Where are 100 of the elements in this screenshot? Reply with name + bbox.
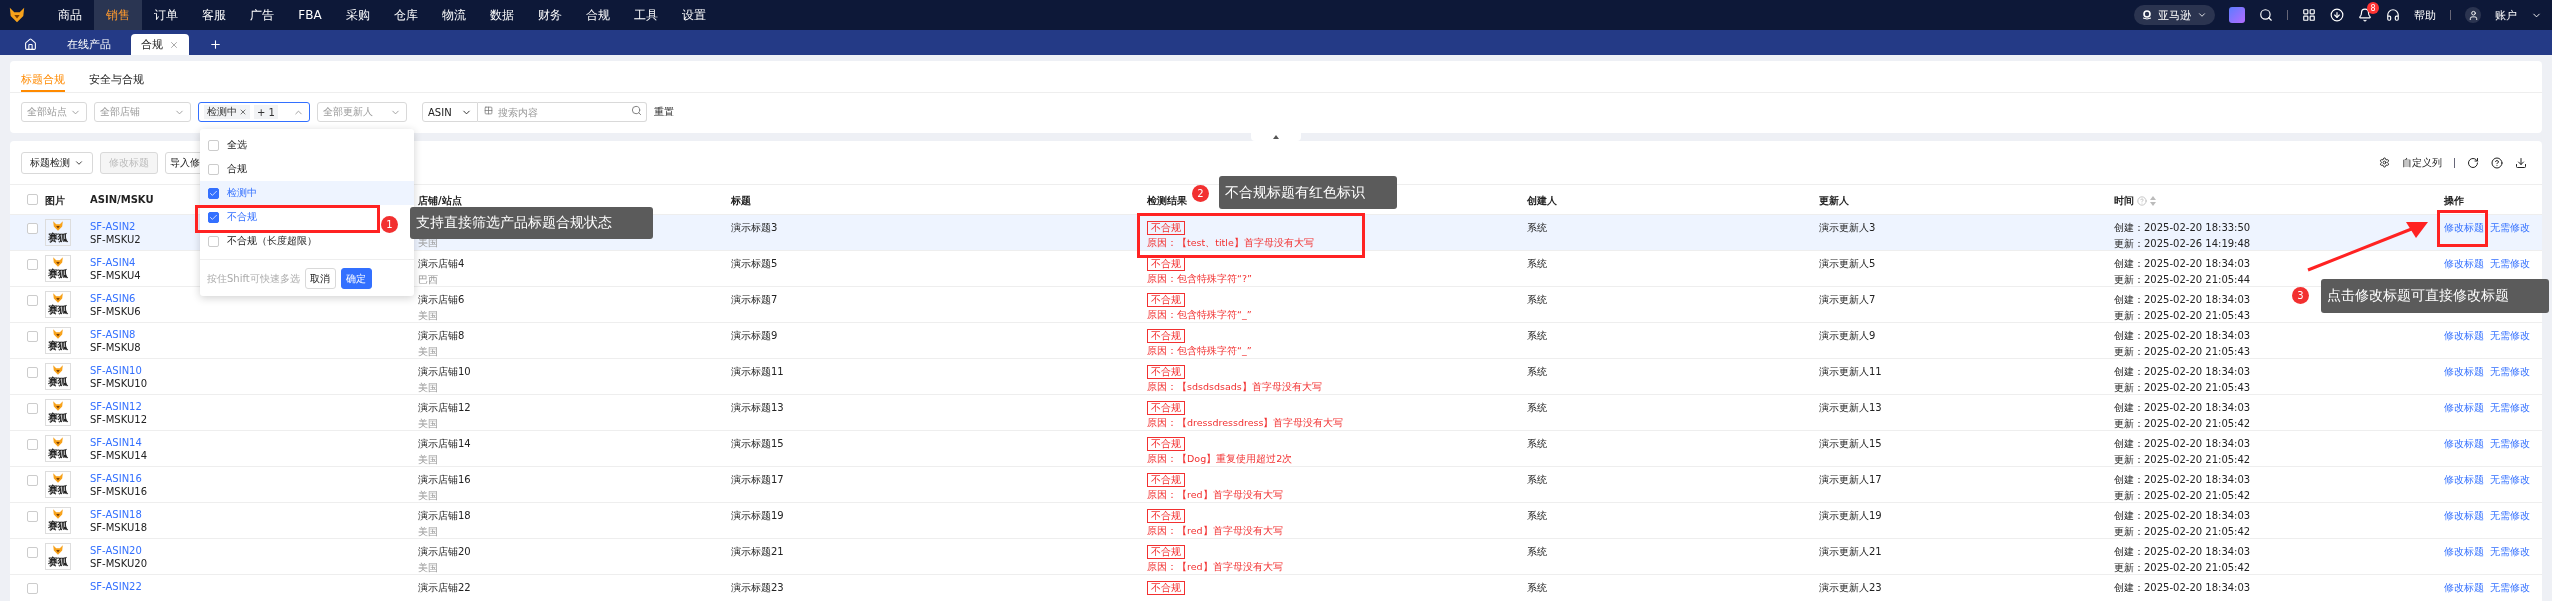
reason-text: 原因：【sdsdsdsads】首字母没有大写 — [1147, 381, 1322, 394]
store-name: 演示店铺12 — [418, 401, 471, 415]
status-tag: 不合规 — [1147, 509, 1185, 523]
created-time: 创建：2025-02-20 18:34:03 — [2114, 509, 2251, 523]
creator-text: 系统 — [1527, 509, 1547, 523]
created-time: 创建：2025-02-20 18:34:03 — [2114, 437, 2251, 451]
status-tag: 不合规 — [1147, 257, 1185, 271]
column-header: 时间 — [2114, 194, 2134, 208]
msku-text: SF-MSKU12 — [90, 414, 148, 425]
creator-text: 系统 — [1527, 293, 1547, 307]
status-tag: 不合规 — [1147, 581, 1185, 595]
thumbnail-label: 赛狐 — [48, 412, 68, 423]
thumbnail-label: 赛狐 — [48, 232, 68, 243]
annotation-tooltip: 不合规标题有红色标识 — [1219, 176, 1397, 209]
reason-text: 原因：包含特殊字符“_” — [1147, 309, 1252, 322]
title-text: 演示标题5 — [731, 257, 778, 271]
thumbnail-label: 赛狐 — [48, 268, 68, 279]
column-header: 图片 — [45, 194, 65, 208]
created-time: 创建：2025-02-20 18:34:03 — [2114, 257, 2251, 271]
creator-text: 系统 — [1527, 365, 1547, 379]
updater-text: 演示更新人11 — [1819, 365, 1882, 379]
creator-text: 系统 — [1527, 401, 1547, 415]
annotation-tooltip: 点击修改标题可直接修改标题 — [2321, 279, 2549, 313]
site-name: 美国 — [418, 525, 438, 539]
updater-text: 演示更新人3 — [1819, 221, 1876, 235]
updated-time: 更新：2025-02-20 21:05:43 — [2114, 309, 2251, 323]
updater-text: 演示更新人23 — [1819, 581, 1882, 595]
reason-text: 原因：【test、title】首字母没有大写 — [1147, 237, 1314, 250]
site-name: 美国 — [418, 381, 438, 395]
status-tag: 不合规 — [1147, 365, 1185, 379]
creator-text: 系统 — [1527, 221, 1547, 235]
updated-time: 更新：2025-02-20 21:05:44 — [2114, 273, 2251, 287]
status-tag: 不合规 — [1147, 329, 1185, 343]
msku-text: SF-MSKU6 — [90, 306, 141, 317]
title-text: 演示标题15 — [731, 437, 784, 451]
site-name: 美国 — [418, 561, 438, 575]
creator-text: 系统 — [1527, 257, 1547, 271]
msku-text: SF-MSKU8 — [90, 342, 141, 353]
store-name: 演示店铺4 — [418, 257, 465, 271]
reason-text: 原因：【red】首字母没有大写 — [1147, 561, 1283, 574]
site-name: 美国 — [418, 489, 438, 503]
created-time: 创建：2025-02-20 18:34:03 — [2114, 581, 2251, 595]
updated-time: 更新：2025-02-20 21:05:42 — [2114, 453, 2251, 467]
column-header: 创建人 — [1527, 194, 1557, 208]
reason-text: 原因：【red】首字母没有大写 — [1147, 525, 1283, 538]
created-time: 创建：2025-02-20 18:33:50 — [2114, 221, 2251, 235]
site-name: 美国 — [418, 453, 438, 467]
column-header: 检测结果 — [1147, 194, 1187, 208]
title-text: 演示标题17 — [731, 473, 784, 487]
title-text: 演示标题3 — [731, 221, 778, 235]
updater-text: 演示更新人9 — [1819, 329, 1876, 343]
column-header: 标题 — [731, 194, 751, 208]
status-tag: 不合规 — [1147, 293, 1185, 307]
more-tag: + 1 — [254, 105, 278, 119]
created-time: 创建：2025-02-20 18:34:03 — [2114, 365, 2251, 379]
status-tag: 不合规 — [1147, 221, 1185, 235]
title-text: 演示标题9 — [731, 329, 778, 343]
title-text: 演示标题11 — [731, 365, 784, 379]
title-text: 演示标题21 — [731, 545, 784, 559]
updater-text: 演示更新人15 — [1819, 437, 1882, 451]
filter-tag: 检测中 — [204, 105, 250, 119]
status-tag: 不合规 — [1147, 401, 1185, 415]
updater-text: 演示更新人19 — [1819, 509, 1882, 523]
updated-time: 更新：2025-02-20 21:05:42 — [2114, 489, 2251, 503]
title-text: 演示标题13 — [731, 401, 784, 415]
thumbnail-label: 赛狐 — [48, 376, 68, 387]
column-header: 更新人 — [1819, 194, 1849, 208]
notification-badge: 8 — [2367, 2, 2379, 14]
title-text: 演示标题7 — [731, 293, 778, 307]
store-name: 演示店铺18 — [418, 509, 471, 523]
created-time: 创建：2025-02-20 18:34:03 — [2114, 329, 2251, 343]
thumbnail-label: 赛狐 — [48, 448, 68, 459]
site-name: 美国 — [418, 345, 438, 359]
store-name: 演示店铺6 — [418, 293, 465, 307]
msku-text: SF-MSKU2 — [90, 234, 141, 245]
msku-text: SF-MSKU4 — [90, 270, 141, 281]
created-time: 创建：2025-02-20 18:34:03 — [2114, 545, 2251, 559]
updater-text: 演示更新人17 — [1819, 473, 1882, 487]
updated-time: 更新：2025-02-20 21:05:42 — [2114, 417, 2251, 431]
shift-hint: 按住Shift可快速多选 — [207, 271, 300, 286]
reason-text: 原因：【dressdressdress】首字母没有大写 — [1147, 417, 1344, 430]
store-name: 演示店铺10 — [418, 365, 471, 379]
thumbnail-label: 赛狐 — [48, 520, 68, 531]
annotation-tooltip: 支持直接筛选产品标题合规状态 — [410, 207, 653, 239]
updated-time: 更新：2025-02-20 21:05:42 — [2114, 561, 2251, 575]
updated-time: 更新：2025-02-20 21:05:43 — [2114, 381, 2251, 395]
updater-text: 演示更新人7 — [1819, 293, 1876, 307]
status-tag: 不合规 — [1147, 473, 1185, 487]
status-tag: 不合规 — [1147, 437, 1185, 451]
msku-text: SF-MSKU16 — [90, 486, 148, 497]
reason-text: 原因：包含特殊字符“?” — [1147, 273, 1252, 286]
reason-text: 原因：【red】首字母没有大写 — [1147, 489, 1283, 502]
msku-text: SF-MSKU18 — [90, 522, 148, 533]
updated-time: 更新：2025-02-20 21:05:42 — [2114, 525, 2251, 539]
reason-text: 原因：包含特殊字符“_” — [1147, 345, 1252, 358]
title-text: 演示标题23 — [731, 581, 784, 595]
creator-text: 系统 — [1527, 545, 1547, 559]
msku-text: SF-MSKU20 — [90, 558, 148, 569]
thumbnail-label: 赛狐 — [48, 556, 68, 567]
thumbnail-label: 赛狐 — [48, 340, 68, 351]
